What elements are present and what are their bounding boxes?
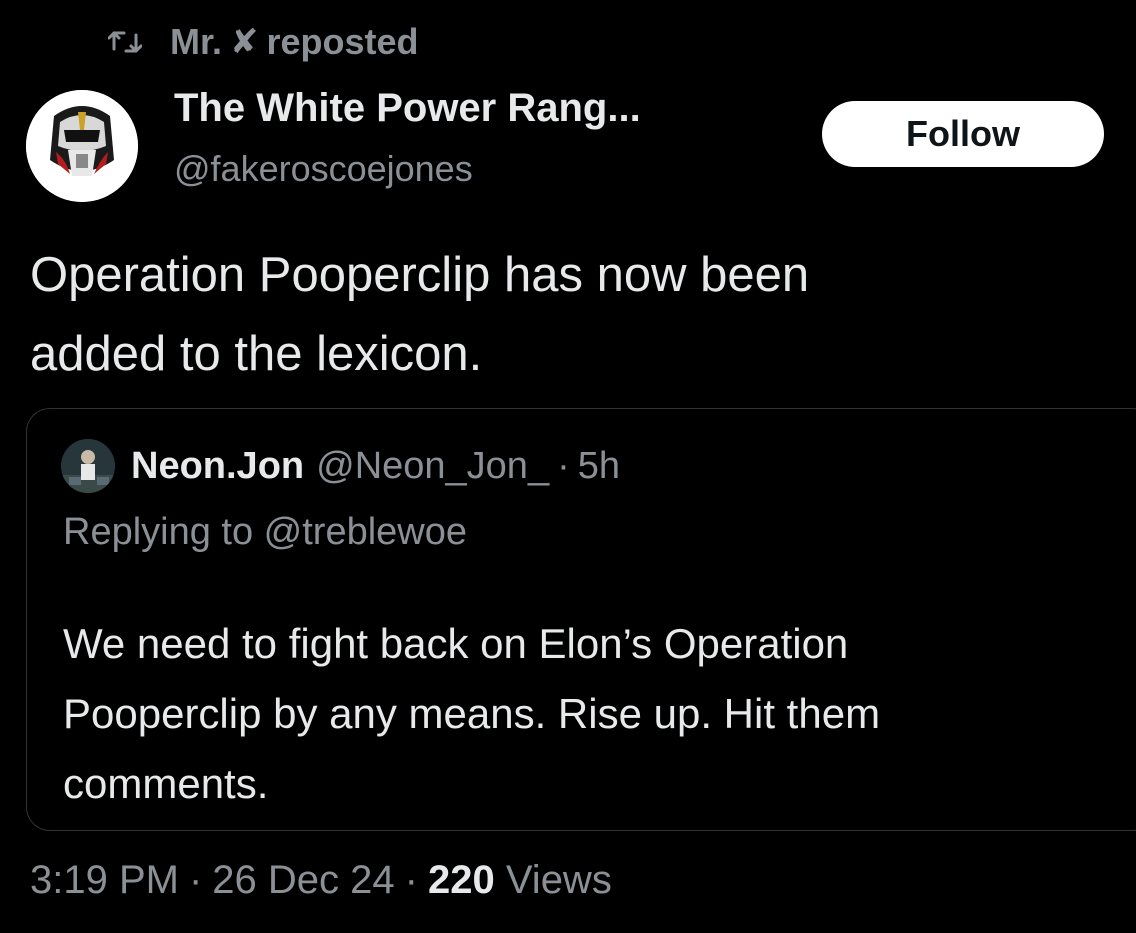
tweet-line: added to the lexicon. bbox=[30, 327, 483, 381]
tweet-meta: 3:19 PM · 26 Dec 24 · 220 Views bbox=[30, 858, 612, 903]
quoted-tweet-time[interactable]: 5h bbox=[578, 445, 620, 488]
separator-dot: · bbox=[188, 858, 203, 902]
author-handle[interactable]: @fakeroscoejones bbox=[174, 148, 473, 190]
tweet-line: Operation Pooperclip has now been bbox=[30, 248, 810, 302]
quoted-author-name[interactable]: Neon.Jon bbox=[131, 445, 304, 488]
quoted-tweet-text: We need to fight back on Elon’s Operatio… bbox=[63, 609, 1123, 819]
white-ranger-helmet-icon bbox=[26, 90, 138, 202]
repost-icon bbox=[108, 31, 142, 53]
separator-dot: · bbox=[557, 444, 570, 487]
quoted-line: Pooperclip by any means. Rise up. Hit th… bbox=[63, 690, 881, 737]
tweet-time[interactable]: 3:19 PM bbox=[30, 858, 179, 902]
quoted-tweet-card[interactable]: Neon.Jon @Neon_Jon_ · 5h Replying to @tr… bbox=[26, 408, 1136, 831]
views-count[interactable]: 220 bbox=[428, 858, 495, 902]
author-name[interactable]: The White Power Rang... bbox=[174, 86, 641, 131]
x-logo-icon: ✘ bbox=[230, 23, 259, 61]
repost-label: reposted bbox=[266, 21, 419, 62]
views-label[interactable]: Views bbox=[506, 858, 612, 902]
quoted-author-avatar[interactable] bbox=[61, 439, 115, 493]
replying-to[interactable]: Replying to @treblewoe bbox=[63, 511, 467, 554]
repost-user[interactable]: Mr. bbox=[170, 21, 222, 63]
tweet-date[interactable]: 26 Dec 24 bbox=[212, 858, 394, 902]
neon-jon-avatar-icon bbox=[61, 439, 115, 493]
quoted-tweet-header: Neon.Jon @Neon_Jon_ · 5h bbox=[61, 439, 620, 493]
quoted-author-handle[interactable]: @Neon_Jon_ bbox=[316, 445, 549, 488]
quoted-line: We need to fight back on Elon’s Operatio… bbox=[63, 620, 849, 667]
repost-context: Mr. ✘ reposted bbox=[108, 18, 419, 66]
follow-button[interactable]: Follow bbox=[822, 101, 1104, 167]
quoted-line: comments. bbox=[63, 760, 269, 807]
author-avatar[interactable] bbox=[26, 90, 138, 202]
separator-dot: · bbox=[404, 858, 418, 902]
tweet-text: Operation Pooperclip has now been added … bbox=[30, 236, 1110, 394]
